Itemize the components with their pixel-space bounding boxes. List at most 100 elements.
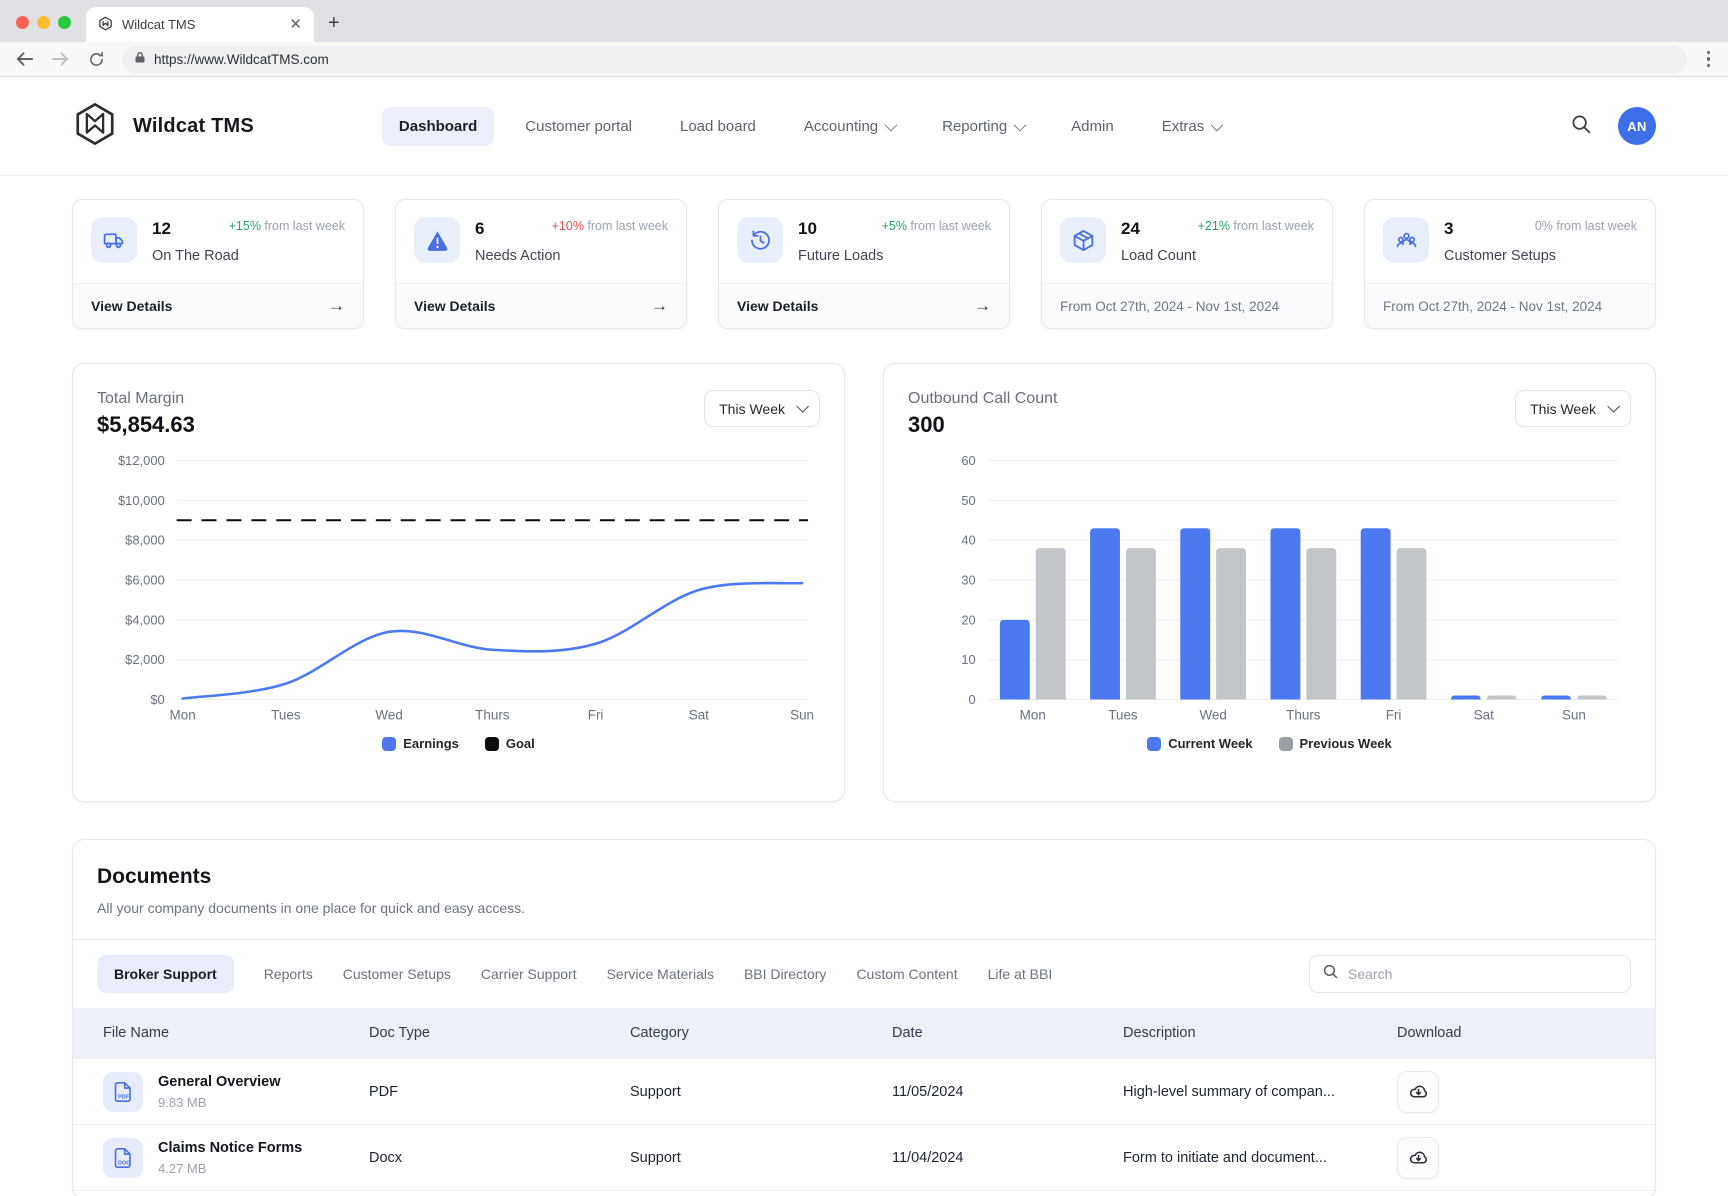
svg-text:$2,000: $2,000 xyxy=(125,652,165,667)
new-tab-button[interactable]: + xyxy=(328,13,340,33)
nav-item-label: Extras xyxy=(1162,118,1205,135)
stat-value: 6 xyxy=(475,217,560,239)
brand-name: Wildcat TMS xyxy=(133,115,254,138)
stat-label: Future Loads xyxy=(798,248,883,264)
column-header-category: Category xyxy=(630,1025,892,1041)
outbound-calls-period-select[interactable]: This Week xyxy=(1515,390,1631,427)
chevron-down-icon xyxy=(1607,400,1620,413)
svg-text:$8,000: $8,000 xyxy=(125,533,165,548)
cell-category: Support xyxy=(630,1150,892,1166)
stat-delta-percent: +5% xyxy=(882,219,907,233)
nav-item-admin[interactable]: Admin xyxy=(1054,107,1131,146)
nav-item-label: Reporting xyxy=(942,118,1007,135)
file-meta: Claims Notice Forms4.27 MB xyxy=(158,1140,302,1176)
browser-tab[interactable]: Wildcat TMS ✕ xyxy=(86,7,314,42)
stat-delta: +21% from last week xyxy=(1198,219,1314,233)
url-text: https://www.WildcatTMS.com xyxy=(154,52,329,67)
total-margin-value: $5,854.63 xyxy=(97,412,195,438)
stat-footer-date-range: From Oct 27th, 2024 - Nov 1st, 2024 xyxy=(1042,283,1332,328)
documents-subtitle: All your company documents in one place … xyxy=(97,900,1631,916)
nav-item-label: Accounting xyxy=(804,118,878,135)
stat-card-body: 24Load Count+21% from last week xyxy=(1042,200,1332,283)
window-controls xyxy=(16,16,71,29)
documents-search-box[interactable] xyxy=(1309,955,1631,993)
documents-tabs: Broker Support Reports Customer Setups Carr… xyxy=(97,955,1052,993)
zoom-window-button[interactable] xyxy=(58,16,71,29)
doc-tab-bbi-directory[interactable]: BBI Directory xyxy=(744,966,826,982)
browser-toolbar: https://www.WildcatTMS.com xyxy=(0,42,1728,77)
cell-date: 11/04/2024 xyxy=(892,1150,1123,1166)
clock-history-icon xyxy=(737,217,783,263)
svg-text:$6,000: $6,000 xyxy=(125,573,165,588)
browser-menu-icon[interactable] xyxy=(1703,51,1715,68)
search-icon[interactable] xyxy=(1570,113,1592,140)
stat-delta-percent: +10% xyxy=(552,219,584,233)
search-icon xyxy=(1322,963,1339,985)
stat-value: 12 xyxy=(152,217,239,239)
total-margin-line-chart: $0$2,000$4,000$6,000$8,000$10,000$12,000… xyxy=(97,454,820,726)
file-doc-icon: DOC xyxy=(103,1138,143,1178)
chevron-down-icon xyxy=(796,400,809,413)
svg-text:0: 0 xyxy=(969,692,976,707)
table-row: DOC Claims Notice Forms4.27 MB DocxSupport… xyxy=(73,1124,1655,1190)
cell-download xyxy=(1397,1071,1655,1113)
svg-text:40: 40 xyxy=(961,533,975,548)
view-details-button[interactable]: View Details→ xyxy=(396,283,686,328)
nav-item-accounting[interactable]: Accounting xyxy=(787,107,911,146)
svg-text:50: 50 xyxy=(961,493,975,508)
nav-item-dashboard[interactable]: Dashboard xyxy=(382,107,494,146)
outbound-calls-value: 300 xyxy=(908,412,1057,438)
cell-description: High-level summary of compan... xyxy=(1123,1084,1397,1100)
brand[interactable]: Wildcat TMS xyxy=(72,101,254,152)
stat-card-body: 3Customer Setups0% from last week xyxy=(1365,200,1655,283)
stat-delta: +10% from last week xyxy=(552,219,668,233)
view-details-button[interactable]: View Details→ xyxy=(73,283,363,328)
documents-search-input[interactable] xyxy=(1348,966,1618,982)
warning-icon xyxy=(414,217,460,263)
stat-card-text: 10 Future Loads xyxy=(798,217,883,264)
minimize-window-button[interactable] xyxy=(37,16,50,29)
cell-doc-type: Docx xyxy=(369,1150,630,1166)
svg-text:Tues: Tues xyxy=(271,707,301,722)
stat-value: 10 xyxy=(798,217,883,239)
forward-button[interactable] xyxy=(50,51,70,67)
svg-text:Sun: Sun xyxy=(790,707,814,722)
doc-tab-service-materials[interactable]: Service Materials xyxy=(607,966,714,982)
doc-tab-carrier-support[interactable]: Carrier Support xyxy=(481,966,577,982)
column-header-date: Date xyxy=(892,1025,1123,1041)
view-details-button[interactable]: View Details→ xyxy=(719,283,1009,328)
total-margin-period-select[interactable]: This Week xyxy=(704,390,820,427)
documents-table-body: PDFGeneral Overview9.83 MBPDFSupport11/0… xyxy=(73,1058,1655,1190)
file-pdf-icon: PDF xyxy=(103,1072,143,1112)
doc-tab-customer-setups[interactable]: Customer Setups xyxy=(343,966,451,982)
nav-item-extras[interactable]: Extras xyxy=(1145,107,1238,146)
doc-tab-reports[interactable]: Reports xyxy=(264,966,313,982)
view-details-label: View Details xyxy=(414,298,495,314)
cell-date: 11/05/2024 xyxy=(892,1084,1123,1100)
download-button[interactable] xyxy=(1397,1071,1439,1113)
close-window-button[interactable] xyxy=(16,16,29,29)
nav-item-load-board[interactable]: Load board xyxy=(663,107,773,146)
reload-button[interactable] xyxy=(86,51,106,68)
nav-item-customer-portal[interactable]: Customer portal xyxy=(508,107,649,146)
documents-title: Documents xyxy=(97,865,1631,889)
stat-delta: 0% from last week xyxy=(1535,219,1637,233)
stat-label: Customer Setups xyxy=(1444,248,1556,264)
svg-text:20: 20 xyxy=(961,612,975,627)
download-button[interactable] xyxy=(1397,1137,1439,1179)
back-button[interactable] xyxy=(14,51,34,67)
stat-card-on-the-road: 12On The Road+15% from last weekView Det… xyxy=(72,199,364,329)
column-header-download: Download xyxy=(1397,1025,1655,1041)
nav-item-reporting[interactable]: Reporting xyxy=(925,107,1040,146)
address-bar[interactable]: https://www.WildcatTMS.com xyxy=(122,46,1687,73)
legend-swatch xyxy=(1147,737,1161,751)
doc-tab-custom-content[interactable]: Custom Content xyxy=(856,966,957,982)
svg-text:Thurs: Thurs xyxy=(1286,707,1321,722)
doc-tab-life-at-bbi[interactable]: Life at BBI xyxy=(988,966,1053,982)
avatar[interactable]: AN xyxy=(1618,107,1656,145)
favicon xyxy=(98,16,113,34)
stat-value: 24 xyxy=(1121,217,1196,239)
doc-tab-broker-support[interactable]: Broker Support xyxy=(97,955,234,993)
svg-text:Sun: Sun xyxy=(1562,707,1586,722)
close-tab-icon[interactable]: ✕ xyxy=(289,17,302,32)
